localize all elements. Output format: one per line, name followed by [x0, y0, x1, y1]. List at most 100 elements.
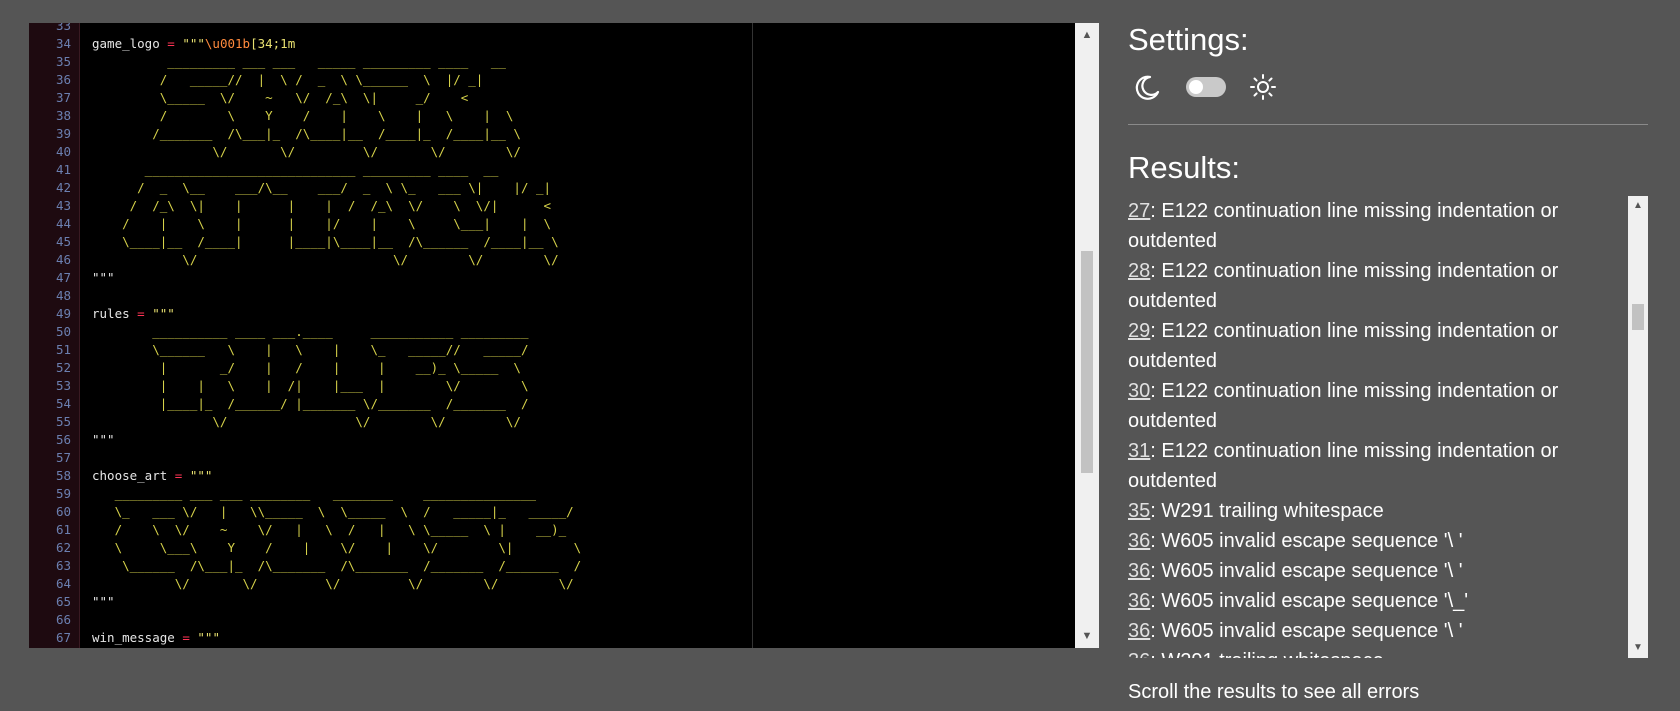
- toggle-knob: [1189, 80, 1203, 94]
- results-scroll-thumb[interactable]: [1632, 304, 1644, 330]
- code-line: 64 \/ \/ \/ \/ \/ \/: [29, 575, 1079, 593]
- editor-scroll-thumb[interactable]: [1081, 251, 1093, 473]
- code-token-esc: \u001b: [204, 36, 251, 51]
- code-text: ____________________________ _________ _…: [92, 162, 499, 177]
- code-line: 49 rules = """: [29, 305, 1079, 323]
- code-line: 55 \/ \/ \/ \/: [29, 413, 1079, 431]
- line-number: 50: [55, 324, 71, 339]
- code-text: / \ Y / | \ | \ | \: [92, 108, 514, 123]
- result-line-link[interactable]: 31: [1128, 440, 1150, 462]
- scroll-up-arrow-icon[interactable]: ▲: [1075, 23, 1099, 47]
- code-line: 62 \ \___\ Y / | \/ | \/ \| \: [29, 539, 1079, 557]
- code-text: choose_art = """: [92, 467, 212, 485]
- line-number: 59: [55, 486, 71, 501]
- code-text: / /_\ \| | | | / /_\ \/ \ \/| <: [92, 198, 552, 213]
- results-title: Results:: [1128, 150, 1240, 185]
- results-scrollbar[interactable]: ▲ ▼: [1628, 196, 1648, 658]
- code-text: |____|_ /______/ |_______ \/_______ /___…: [92, 396, 529, 411]
- line-number: 57: [55, 450, 71, 465]
- code-text: \____|__ /____| |____|\____|__ /\______ …: [92, 234, 559, 249]
- code-line: 50 __________ ____ ___.____ ___________ …: [29, 323, 1079, 341]
- code-text: | | \ | /| |___ | \/ \: [92, 378, 529, 393]
- code-text: \/ \/ \/ \/: [92, 252, 559, 267]
- results-scroll-up-icon[interactable]: ▲: [1628, 196, 1648, 216]
- result-line-link[interactable]: 36: [1128, 590, 1150, 612]
- result-line-link[interactable]: 27: [1128, 200, 1150, 222]
- result-item: 36: W605 invalid escape sequence '\ ': [1128, 526, 1618, 556]
- code-line: 35 _________ ___ ___ _____ _________ ___…: [29, 53, 1079, 71]
- code-text: / _____// | \ / _ \ \______ \ |/ _|: [92, 72, 484, 87]
- result-message: : E122 continuation line missing indenta…: [1128, 380, 1559, 432]
- result-line-link[interactable]: 36: [1128, 530, 1150, 552]
- code-token-str: """: [189, 468, 213, 483]
- results-scroll-down-icon[interactable]: ▼: [1628, 638, 1648, 658]
- result-message: : E122 continuation line missing indenta…: [1128, 440, 1559, 492]
- code-line: 45 \____|__ /____| |____|\____|__ /\____…: [29, 233, 1079, 251]
- code-token-name: choose_art: [92, 468, 168, 483]
- line-number: 39: [55, 126, 71, 141]
- code-text: rules = """: [92, 305, 175, 323]
- line-number: 63: [55, 558, 71, 573]
- code-text: _________ ___ ___ ________ ________ ____…: [92, 486, 537, 501]
- line-number: 41: [55, 162, 71, 177]
- code-line: 60 \_ ___ \/ | \\_____ \ \_____ \ / ____…: [29, 503, 1079, 521]
- line-number: 55: [55, 414, 71, 429]
- code-text: / | \ | | |/ | \ \___| | \: [92, 216, 552, 231]
- code-editor[interactable]: 33 34 game_logo = """\u001b[34;1m 35 ______…: [29, 23, 1099, 648]
- side-panel: Settings: Results: 27: E122 continuation…: [1128, 0, 1648, 711]
- result-item: 36: W605 invalid escape sequence '\ ': [1128, 556, 1618, 586]
- scroll-hint: Scroll the results to see all errors: [1128, 681, 1420, 703]
- code-token-str: """: [197, 630, 220, 645]
- theme-toggle-switch[interactable]: [1186, 77, 1226, 97]
- result-line-link[interactable]: 29: [1128, 320, 1150, 342]
- line-number: 38: [55, 108, 71, 123]
- code-line: 38 / \ Y / | \ | \ | \: [29, 107, 1079, 125]
- code-line: 37 \_____ \/ ~ \/ /_\ \| _/ <: [29, 89, 1079, 107]
- line-number: 46: [55, 252, 71, 267]
- code-line: 40 \/ \/ \/ \/ \/: [29, 143, 1079, 161]
- code-line: 66: [29, 611, 1079, 629]
- result-line-link[interactable]: 36: [1128, 560, 1150, 582]
- line-number: 62: [55, 540, 71, 555]
- code-token-str: """: [182, 36, 205, 51]
- result-line-link[interactable]: 35: [1128, 500, 1150, 522]
- line-number: 40: [55, 144, 71, 159]
- code-text: win_message = """: [92, 629, 220, 647]
- code-text: \/ \/ \/ \/ \/: [92, 144, 521, 159]
- code-line: 57: [29, 449, 1079, 467]
- code-line: 63 \______ /\___|_ /\_______ /\_______ /…: [29, 557, 1079, 575]
- code-line: 52 | _/ | / | | __)_ \_____ \: [29, 359, 1079, 377]
- line-number: 43: [55, 198, 71, 213]
- results-list[interactable]: 27: E122 continuation line missing inden…: [1128, 196, 1648, 658]
- result-item: 27: E122 continuation line missing inden…: [1128, 196, 1618, 256]
- line-number: 54: [55, 396, 71, 411]
- result-message: : E122 continuation line missing indenta…: [1128, 200, 1559, 252]
- editor-scrollbar[interactable]: ▲ ▼: [1075, 23, 1099, 648]
- theme-toggle-row: [1132, 72, 1332, 102]
- code-line: 59 _________ ___ ___ ________ ________ _…: [29, 485, 1079, 503]
- settings-title: Settings:: [1128, 22, 1249, 57]
- line-number: 37: [55, 90, 71, 105]
- code-line: 43 / /_\ \| | | | / /_\ \/ \ \/| <: [29, 197, 1079, 215]
- result-message: : W605 invalid escape sequence '\_': [1150, 590, 1469, 612]
- result-item: 36: W605 invalid escape sequence '\ ': [1128, 616, 1618, 646]
- code-text: \/ \/ \/ \/: [92, 414, 521, 429]
- line-number: 67: [55, 630, 71, 645]
- code-lines[interactable]: 33 34 game_logo = """\u001b[34;1m 35 ______…: [29, 23, 1079, 647]
- code-text: / _ \__ ___/\__ ___/ _ \ \_ ___ \| |/ _|: [92, 180, 552, 195]
- code-text: """: [92, 432, 115, 447]
- result-line-link[interactable]: 36: [1128, 620, 1150, 642]
- result-line-link[interactable]: 30: [1128, 380, 1150, 402]
- code-text: """: [92, 270, 115, 285]
- result-message: : E122 continuation line missing indenta…: [1128, 260, 1559, 312]
- code-line: 58 choose_art = """: [29, 467, 1079, 485]
- code-token-name: win_message: [92, 630, 175, 645]
- settings-divider: [1128, 124, 1648, 125]
- code-token-op: =: [182, 630, 190, 645]
- code-line: 61 / \ \/ ~ \/ | \ / | \ \_____ \ | __)_: [29, 521, 1079, 539]
- code-line: 44 / | \ | | |/ | \ \___| | \: [29, 215, 1079, 233]
- result-line-link[interactable]: 28: [1128, 260, 1150, 282]
- scroll-down-arrow-icon[interactable]: ▼: [1075, 624, 1099, 648]
- moon-icon: [1135, 75, 1160, 100]
- result-line-link[interactable]: 36: [1128, 650, 1150, 658]
